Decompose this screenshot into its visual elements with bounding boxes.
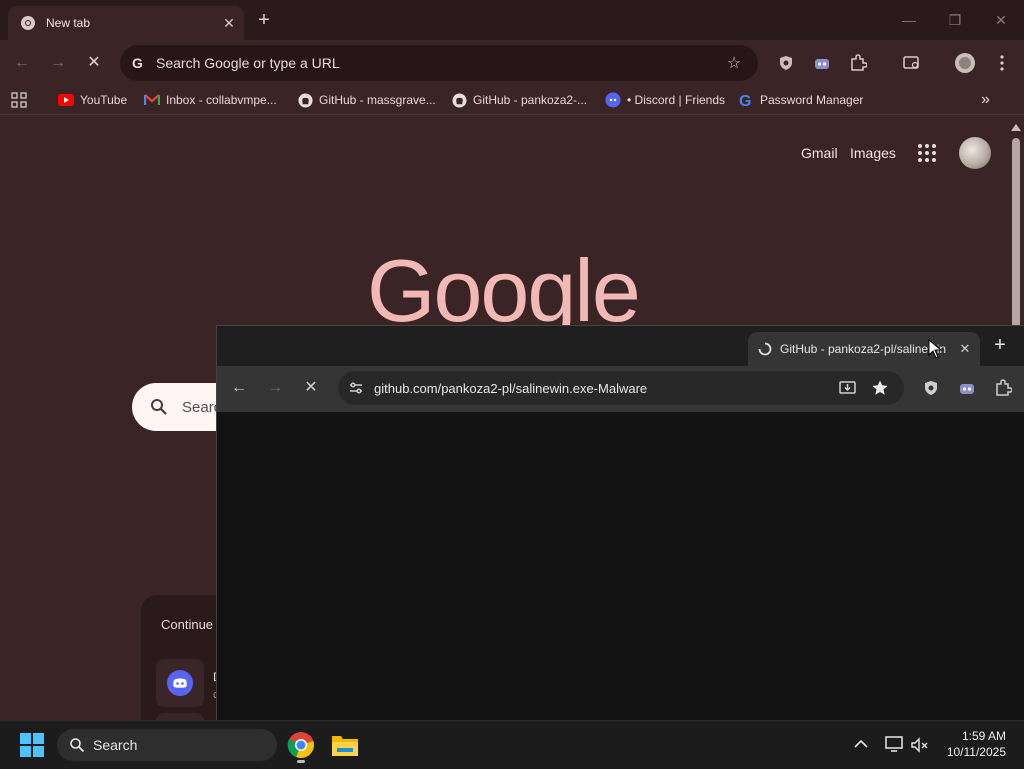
github-icon [297,92,313,108]
bookmark-inbox[interactable]: Inbox - collabvmpe... [144,90,277,110]
bookmark-label: • Discord | Friends [627,93,726,107]
google-g-icon: G [738,92,754,108]
tab-close-button[interactable]: ✕ [954,341,976,357]
menu-kebab-icon[interactable] [991,52,1013,74]
taskbar-search-placeholder: Search [93,737,138,753]
running-indicator [297,760,305,763]
mouse-cursor-icon [928,339,942,359]
clock-time[interactable]: 1:59 AM [940,729,1006,743]
address-placeholder: Search Google or type a URL [156,55,340,71]
tab-github-salinewin[interactable]: GitHub - pankoza2-pl/salinewin ✕ [748,332,980,366]
address-bar[interactable]: G Search Google or type a URL ☆ [120,45,758,81]
apps-grid-icon[interactable] [11,90,27,110]
bookmark-star-icon[interactable]: ☆ [724,53,744,73]
shield-extension-icon[interactable] [775,52,797,74]
volume-muted-icon[interactable] [910,735,930,755]
bookmark-star-filled-icon[interactable] [870,379,890,397]
address-bar[interactable]: github.com/pankoza2-pl/salinewin.exe-Mal… [338,371,904,405]
svg-text:G: G [132,55,143,71]
bookmark-label: YouTube [80,93,128,107]
gmail-link[interactable]: Gmail [801,145,838,161]
scrollbar-thumb[interactable] [1012,138,1020,328]
google-g-icon: G [132,55,143,71]
stop-button[interactable]: ✕ [82,52,106,74]
bookmark-password-manager[interactable]: G Password Manager [738,90,863,110]
github-icon [451,92,467,108]
address-url: github.com/pankoza2-pl/salinewin.exe-Mal… [374,380,648,396]
site-info-icon[interactable] [348,380,364,396]
bookmark-github-pankoza[interactable]: GitHub - pankoza2-... [451,90,587,110]
bookmark-youtube[interactable]: YouTube [58,90,127,110]
bookmark-label: Inbox - collabvmpe... [166,93,277,107]
page-content-blank [217,412,1024,721]
search-icon [70,738,85,753]
back-button[interactable]: ← [10,52,34,74]
gmail-icon [144,92,160,108]
profile-avatar[interactable] [954,52,976,74]
bookmark-label: Password Manager [760,93,864,107]
maximize-button[interactable]: ❐ [940,8,970,32]
taskbar-search-box[interactable]: Search [57,729,277,761]
bookmarks-overflow-chevron-icon[interactable]: » [981,90,990,110]
bookmark-discord[interactable]: • Discord | Friends [605,90,725,110]
minimize-button[interactable]: — [894,8,924,32]
bookmark-label: GitHub - massgrave... [319,93,436,107]
file-explorer-icon[interactable] [331,732,359,758]
tab-search-icon[interactable] [901,52,923,74]
google-apps-icon[interactable] [917,143,937,163]
tab-close-button[interactable]: ✕ [218,15,240,32]
tray-overflow-chevron-icon[interactable] [853,736,869,752]
extensions-puzzle-icon[interactable] [992,377,1014,399]
back-button[interactable]: ← [227,377,251,399]
tab-new-tab[interactable]: New tab ✕ [8,6,244,40]
scroll-up-arrow-icon[interactable] [1011,124,1021,131]
robot-extension-icon[interactable] [811,52,833,74]
images-link[interactable]: Images [850,145,896,161]
search-icon [151,399,167,415]
chrome-icon [21,16,35,30]
tab-title: New tab [46,16,91,30]
shield-extension-icon[interactable] [920,377,942,399]
continue-label: Continue [161,617,214,632]
discord-icon [167,670,193,696]
windows-start-icon[interactable] [20,733,44,757]
forward-button[interactable]: → [263,377,287,399]
bookmark-label: GitHub - pankoza2-... [473,93,588,107]
new-tab-button[interactable]: + [252,8,276,32]
chrome-taskbar-icon[interactable] [287,731,315,759]
network-display-icon[interactable] [884,734,904,754]
extensions-puzzle-icon[interactable] [847,52,869,74]
bookmark-github-massgrave[interactable]: GitHub - massgrave... [297,90,436,110]
close-window-button[interactable]: ✕ [986,8,1016,32]
install-app-icon[interactable] [838,379,858,397]
continue-tile-discord[interactable] [156,659,204,707]
loading-spinner-icon [758,342,772,356]
new-tab-button[interactable]: + [988,333,1012,357]
youtube-icon [58,92,74,108]
svg-text:G: G [739,93,751,108]
stop-button[interactable]: ✕ [299,377,323,399]
forward-button[interactable]: → [46,52,70,74]
discord-icon [605,92,621,108]
clock-date[interactable]: 10/11/2025 [940,745,1006,759]
robot-extension-icon[interactable] [956,377,978,399]
account-avatar[interactable] [959,137,991,169]
